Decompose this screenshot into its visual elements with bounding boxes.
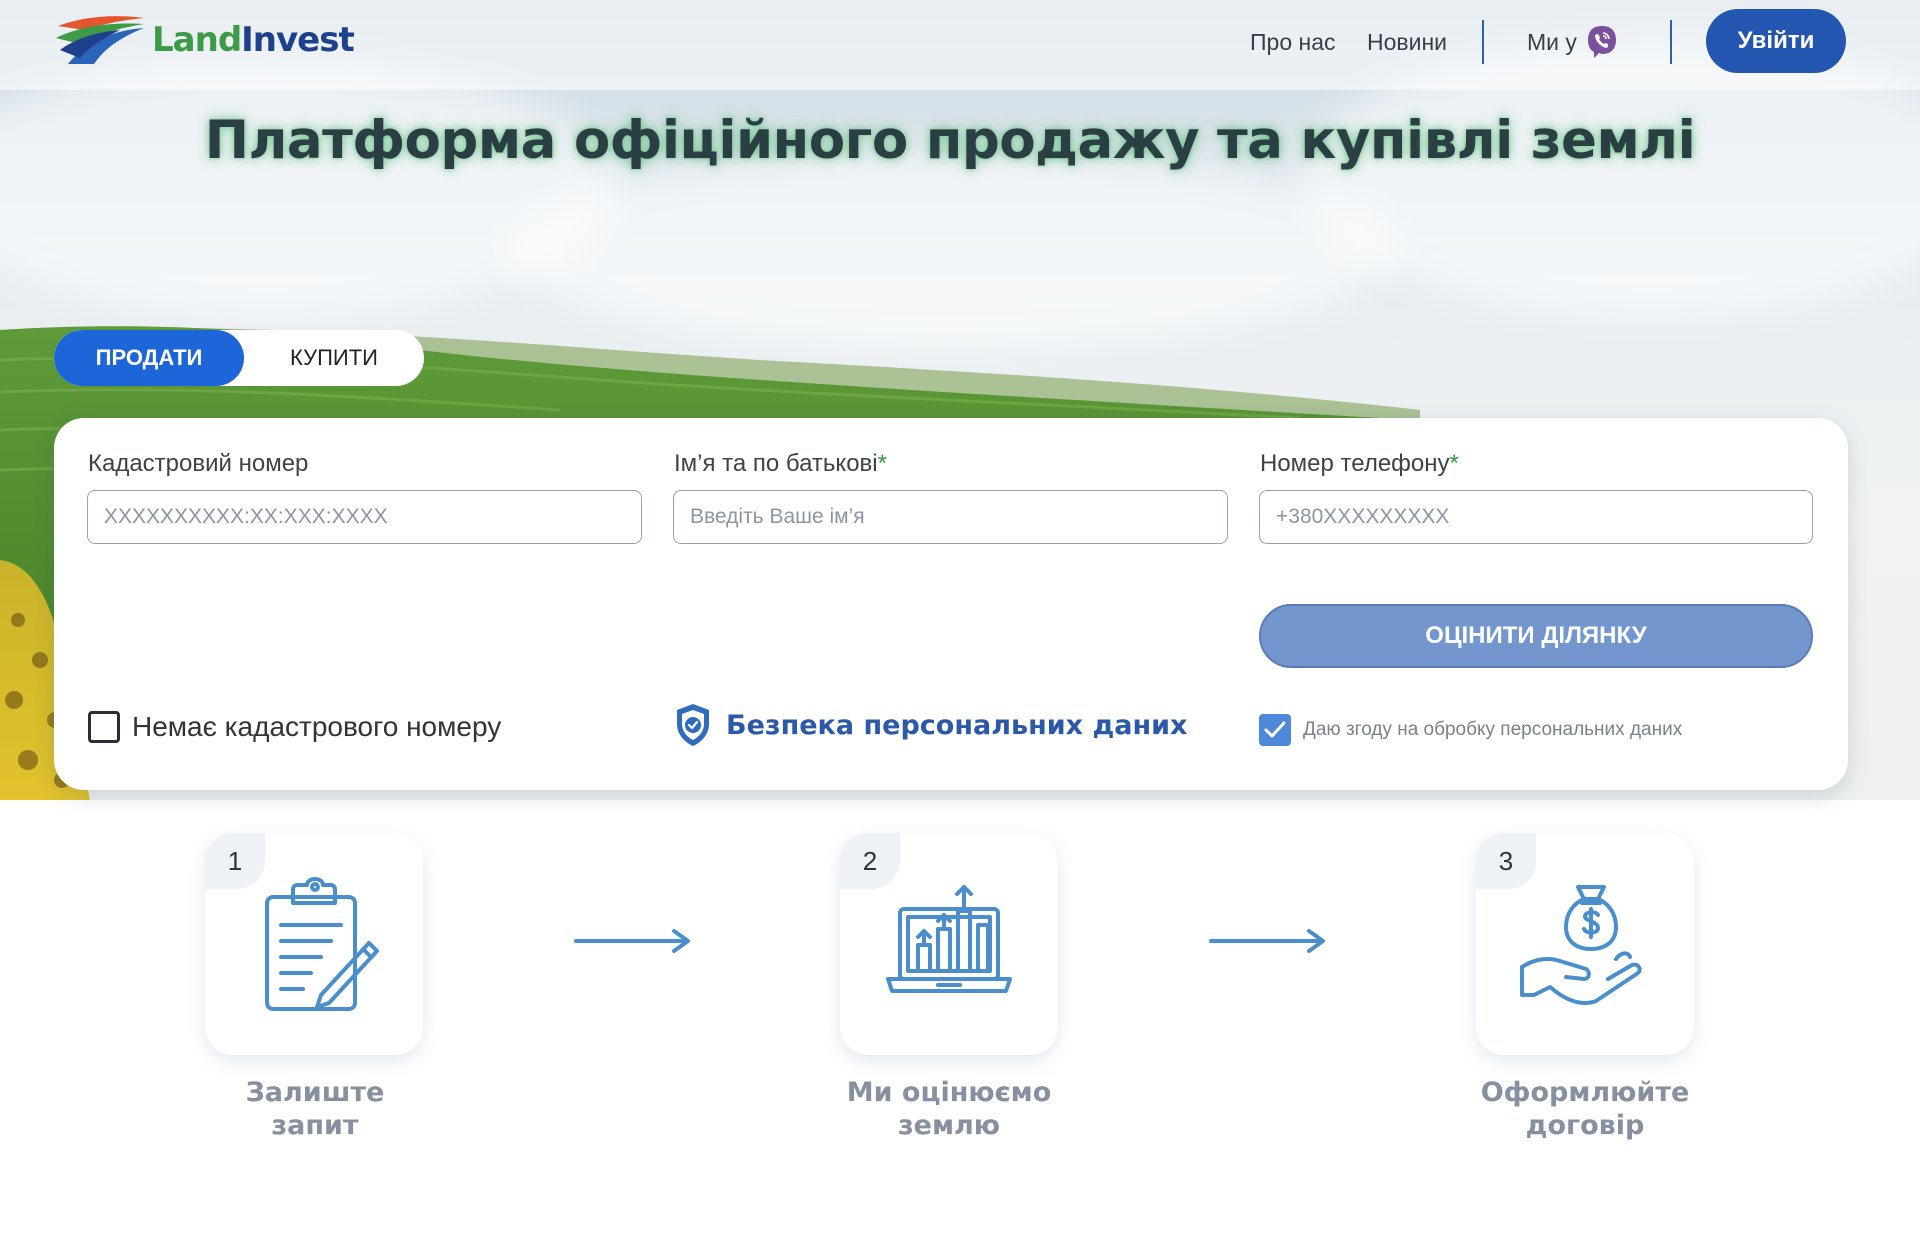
laptop-chart-icon <box>886 885 1012 993</box>
arrow-right-icon <box>1209 929 1325 953</box>
checkmark-icon <box>1264 721 1286 738</box>
no-cadastral-checkbox-row[interactable]: Немає кадастрового номеру <box>88 711 501 743</box>
consent-checkbox[interactable] <box>1259 714 1291 746</box>
tab-sell[interactable]: ПРОДАТИ <box>54 330 244 386</box>
step-card-1: 1 <box>205 833 423 1055</box>
main-nav: Про нас <box>1250 0 1336 84</box>
hero-title: Платформа офіційного продажу та купівлі … <box>204 110 1696 171</box>
step-card-2: 2 <box>840 833 1058 1055</box>
sell-buy-tabs: ПРОДАТИ КУПИТИ <box>54 330 424 386</box>
phone-label: Номер телефону* <box>1260 450 1459 477</box>
arrow-right-icon <box>574 929 690 953</box>
phone-input[interactable] <box>1259 490 1813 544</box>
login-button[interactable]: Увійти <box>1706 9 1846 73</box>
logo[interactable]: LandInvest <box>54 10 355 68</box>
consent-checkbox-row[interactable]: Даю згоду на обробку персональних даних <box>1259 714 1682 746</box>
logo-icon <box>56 16 144 64</box>
tab-buy[interactable]: КУПИТИ <box>244 330 424 386</box>
step-card-3: 3 <box>1476 833 1694 1055</box>
cadastral-number-input[interactable] <box>87 490 642 544</box>
top-header: LandInvest Про нас Новини Ми у Увійти <box>0 0 1920 90</box>
nav-about-link[interactable]: Про нас <box>1250 29 1336 56</box>
shield-icon <box>677 704 709 746</box>
name-label: Ім’я та по батькові* <box>674 450 887 477</box>
consent-label: Даю згоду на обробку персональних даних <box>1303 719 1683 740</box>
land-request-form: Кадастровий номер Ім’я та по батькові* Н… <box>54 418 1848 790</box>
nav-news-link[interactable]: Новини <box>1367 29 1447 56</box>
logo-text-land: Land <box>152 20 242 60</box>
nav-divider <box>1482 20 1484 64</box>
required-mark: * <box>877 450 887 477</box>
full-name-input[interactable] <box>673 490 1228 544</box>
step-number: 1 <box>205 833 265 889</box>
privacy-security-label: Безпека персональних даних <box>726 709 1188 741</box>
privacy-security-link[interactable]: Безпека персональних даних <box>674 702 1187 748</box>
clipboard-icon <box>265 877 379 1011</box>
no-cadastral-checkbox[interactable] <box>88 711 120 743</box>
main-nav-2: Новини <box>1367 0 1447 84</box>
step-label-2: Ми оцінюємо землю <box>846 1077 1052 1141</box>
estimate-plot-button[interactable]: ОЦІНИТИ ДІЛЯНКУ <box>1259 604 1813 668</box>
viber-icon[interactable] <box>1585 24 1619 60</box>
no-cadastral-label: Немає кадастрового номеру <box>132 711 502 742</box>
logo-text-invest: Invest <box>241 20 355 60</box>
step-label-3: Оформлюйте договір <box>1480 1077 1690 1141</box>
required-mark: * <box>1449 450 1459 477</box>
money-hand-icon <box>1520 885 1642 1006</box>
step-number: 3 <box>1476 833 1536 889</box>
step-label-1: Залиште запит <box>245 1077 385 1141</box>
nav-divider-2 <box>1670 20 1672 64</box>
contact-label: Ми у <box>1527 28 1577 55</box>
cadastral-label: Кадастровий номер <box>88 450 309 477</box>
viber-contact[interactable]: Ми у <box>1527 0 1619 84</box>
